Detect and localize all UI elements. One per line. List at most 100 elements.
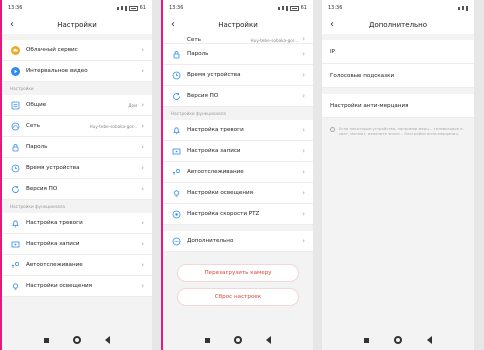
row-ip[interactable]: IP bbox=[322, 40, 474, 64]
cloud-icon bbox=[10, 45, 20, 55]
row-advanced[interactable]: Дополнительно › bbox=[163, 231, 313, 252]
chevron-right-icon: › bbox=[141, 240, 144, 248]
row-voice-prompts[interactable]: Голосовые подсказки bbox=[322, 64, 474, 88]
back-button[interactable]: ‹ bbox=[10, 20, 14, 30]
row-network[interactable]: Сеть Huy-tebe-sobaka-gor... › bbox=[2, 116, 152, 137]
phone-screen-advanced: 13:36 ‹ Дополнительно IP Голосовые подск… bbox=[322, 0, 474, 350]
status-bar: 13:36 bbox=[322, 0, 474, 16]
row-label: Настройки освещения bbox=[26, 283, 92, 289]
chevron-right-icon: › bbox=[141, 46, 144, 54]
battery-level: 61 bbox=[139, 5, 146, 11]
network-icon bbox=[10, 121, 20, 131]
row-label: Настройки анти-мерцания bbox=[330, 102, 409, 109]
phone-screen-settings-1: 13:36 61 ‹ Настройки Облачный сервис › И… bbox=[0, 0, 152, 350]
row-password[interactable]: Пароль › bbox=[163, 44, 313, 65]
chevron-right-icon: › bbox=[302, 35, 305, 43]
back-nav-button[interactable] bbox=[426, 336, 432, 344]
section-header: Настройки bbox=[2, 82, 152, 95]
recents-button[interactable] bbox=[364, 337, 370, 343]
header: ‹ Настройки bbox=[163, 16, 313, 34]
chevron-right-icon: › bbox=[141, 122, 144, 130]
row-timelapse[interactable]: Интервальное видео › bbox=[2, 61, 152, 82]
back-nav-button[interactable] bbox=[266, 336, 271, 344]
row-label: Настройка скорости PTZ bbox=[187, 211, 260, 217]
row-autotracking[interactable]: Автоотслеживание › bbox=[2, 255, 152, 276]
record-icon bbox=[10, 239, 20, 249]
more-icon bbox=[171, 236, 181, 246]
timelapse-icon bbox=[10, 66, 20, 76]
back-button[interactable]: ‹ bbox=[171, 20, 175, 30]
row-network[interactable]: Сеть Huy-tebe-sobaka-gor... › bbox=[163, 34, 313, 44]
record-icon bbox=[171, 146, 181, 156]
row-anti-flicker[interactable]: Настройки анти-мерцания bbox=[322, 94, 474, 118]
row-ptz-speed[interactable]: Настройка скорости PTZ › bbox=[163, 204, 313, 225]
phone-screen-settings-2: 13:36 61 ‹ Настройки Сеть Huy-tebe-sobak… bbox=[161, 0, 313, 350]
row-device-time[interactable]: Время устройства › bbox=[163, 65, 313, 86]
row-label: Облачный сервис bbox=[26, 47, 78, 53]
row-general[interactable]: Общие Дом › bbox=[2, 95, 152, 116]
row-label: Настройка тревоги bbox=[187, 127, 244, 133]
sliders-icon bbox=[10, 100, 20, 110]
lock-icon bbox=[10, 142, 20, 152]
battery-icon bbox=[289, 5, 299, 11]
home-button[interactable] bbox=[73, 336, 81, 344]
header: ‹ Дополнительно bbox=[322, 16, 474, 34]
row-alarm[interactable]: Настройка тревоги › bbox=[163, 120, 313, 141]
row-cloud-service[interactable]: Облачный сервис › bbox=[2, 40, 152, 61]
lock-icon bbox=[171, 49, 181, 59]
android-nav-bar bbox=[2, 330, 152, 350]
row-label: Настройки освещения bbox=[187, 190, 253, 196]
bell-icon bbox=[171, 125, 181, 135]
row-label: Голосовые подсказки bbox=[330, 72, 395, 79]
row-lighting[interactable]: Настройки освещения › bbox=[2, 276, 152, 297]
back-button[interactable]: ‹ bbox=[330, 20, 334, 30]
status-icons bbox=[458, 5, 468, 11]
chevron-right-icon: › bbox=[141, 185, 144, 193]
row-value: Huy-tebe-sobaka-gor... bbox=[250, 38, 299, 43]
reset-settings-button[interactable]: Сброс настроек bbox=[177, 288, 299, 306]
chevron-right-icon: › bbox=[302, 71, 305, 79]
chevron-right-icon: › bbox=[141, 219, 144, 227]
home-button[interactable] bbox=[234, 336, 242, 344]
chevron-right-icon: › bbox=[302, 210, 305, 218]
row-value: Huy-tebe-sobaka-gor... bbox=[89, 123, 138, 129]
row-label: Пароль bbox=[187, 51, 209, 57]
chevron-right-icon: › bbox=[302, 189, 305, 197]
battery-icon bbox=[128, 5, 138, 11]
chevron-right-icon: › bbox=[141, 143, 144, 151]
restart-camera-button[interactable]: Перезагрузить камеру bbox=[177, 264, 299, 282]
tracking-icon bbox=[171, 167, 181, 177]
bulb-icon bbox=[171, 188, 181, 198]
tracking-icon bbox=[10, 260, 20, 270]
home-button[interactable] bbox=[393, 336, 402, 344]
row-password[interactable]: Пароль › bbox=[2, 137, 152, 158]
refresh-icon bbox=[171, 91, 181, 101]
recents-button[interactable] bbox=[44, 337, 49, 343]
info-icon bbox=[330, 127, 335, 132]
row-firmware[interactable]: Версия ПО › bbox=[2, 179, 152, 200]
row-label: Время устройства bbox=[187, 72, 241, 78]
row-lighting[interactable]: Настройки освещения › bbox=[163, 183, 313, 204]
row-label: Пароль bbox=[26, 144, 48, 150]
status-bar: 13:36 61 bbox=[163, 0, 313, 16]
recents-button[interactable] bbox=[205, 337, 210, 343]
network-icon bbox=[171, 33, 181, 43]
row-firmware[interactable]: Версия ПО › bbox=[163, 86, 313, 107]
row-recording[interactable]: Настройка записи › bbox=[163, 141, 313, 162]
row-alarm[interactable]: Настройка тревоги › bbox=[2, 213, 152, 234]
row-label: Настройка тревоги bbox=[26, 220, 83, 226]
status-time: 13:36 bbox=[8, 5, 23, 11]
chevron-right-icon: › bbox=[302, 168, 305, 176]
row-label: Версия ПО bbox=[26, 186, 58, 192]
row-autotracking[interactable]: Автоотслеживание › bbox=[163, 162, 313, 183]
back-nav-button[interactable] bbox=[105, 336, 110, 344]
row-recording[interactable]: Настройка записи › bbox=[2, 234, 152, 255]
row-device-time[interactable]: Время устройства › bbox=[2, 158, 152, 179]
row-label: Настройка записи bbox=[187, 148, 241, 154]
chevron-right-icon: › bbox=[302, 50, 305, 58]
page-title: Настройки bbox=[57, 21, 97, 29]
row-label: Настройка записи bbox=[26, 241, 80, 247]
chevron-right-icon: › bbox=[302, 126, 305, 134]
bell-icon bbox=[10, 218, 20, 228]
status-icons: 61 bbox=[116, 5, 146, 11]
